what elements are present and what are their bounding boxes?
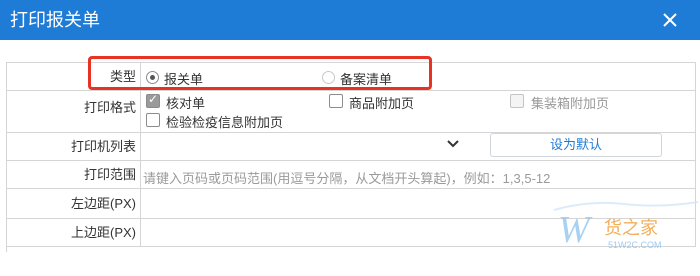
watermark-domain: 51W2C.COM	[608, 240, 662, 250]
svg-text:W: W	[558, 209, 593, 251]
checkbox-container-attachment[interactable]	[510, 94, 524, 108]
type-row: 类型 报关单 备案清单	[7, 63, 696, 91]
top-margin-label: 上边距(PX)	[7, 219, 141, 246]
radio-customs-declaration[interactable]	[146, 71, 159, 84]
window-title: 打印报关单	[10, 10, 100, 30]
printer-label: 打印机列表	[7, 133, 141, 160]
chevron-down-icon[interactable]	[446, 138, 460, 150]
checkbox-check-sheet[interactable]	[146, 92, 160, 108]
checkbox-inspection-attachment[interactable]	[146, 113, 160, 127]
radio-customs-declaration-label[interactable]: 报关单	[164, 69, 203, 88]
checkbox-container-attachment-label[interactable]: 集装箱附加页	[531, 93, 609, 112]
range-label: 打印范围	[7, 161, 141, 188]
set-default-button[interactable]: 设为默认	[490, 133, 662, 157]
radio-filing-list-label[interactable]: 备案清单	[340, 69, 392, 88]
print-format-row: 打印格式 核对单 商品附加页 集装箱附加页 检验检疫信息附加页	[7, 91, 696, 133]
title-bar: 打印报关单	[0, 0, 700, 40]
close-icon[interactable]	[656, 6, 684, 34]
checkbox-goods-attachment-label[interactable]: 商品附加页	[349, 93, 414, 112]
left-margin-label: 左边距(PX)	[7, 189, 141, 218]
print-format-label: 打印格式	[7, 91, 141, 132]
range-input-placeholder: 请键入页码或页码范围(用逗号分隔，从文档开头算起)，例如：1,3,5-12	[143, 171, 551, 186]
type-label: 类型	[7, 63, 141, 90]
checkbox-goods-attachment[interactable]	[329, 94, 343, 108]
watermark-brand: 货之家	[604, 218, 658, 239]
watermark-logo: W 货之家 51W2C.COM	[553, 201, 699, 251]
type-field: 报关单 备案清单	[142, 63, 695, 90]
print-format-field: 核对单 商品附加页 集装箱附加页 检验检疫信息附加页	[142, 91, 695, 132]
checkbox-inspection-attachment-label[interactable]: 检验检疫信息附加页	[166, 112, 283, 131]
radio-filing-list[interactable]	[322, 71, 335, 84]
checkbox-check-sheet-label[interactable]: 核对单	[166, 93, 205, 112]
